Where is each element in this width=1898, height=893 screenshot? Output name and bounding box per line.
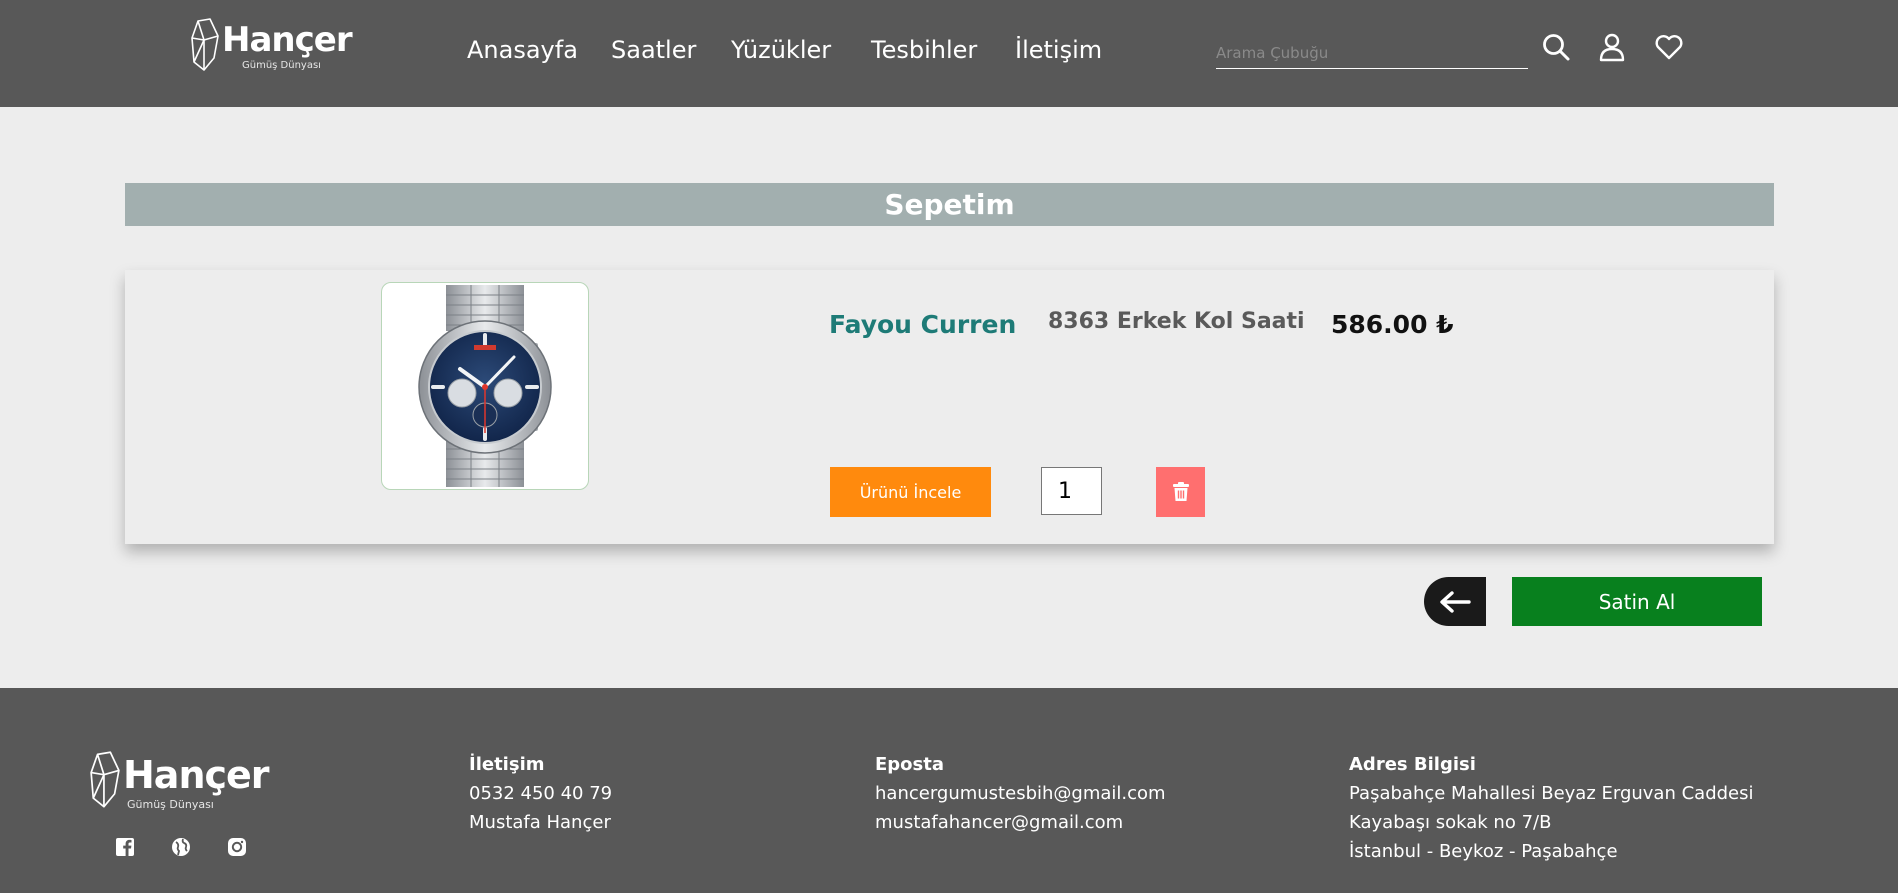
logo-tagline: Gümüş Dünyası bbox=[127, 798, 214, 811]
address-heading: Adres Bilgisi bbox=[1349, 754, 1476, 775]
contact-phone[interactable]: 0532 450 40 79 bbox=[469, 783, 612, 804]
nav-saatler[interactable]: Saatler bbox=[611, 36, 696, 64]
logo-brand: Hançer bbox=[222, 20, 353, 60]
logo-brand: Hançer bbox=[123, 753, 270, 797]
footer-logo[interactable]: Hançer Gümüş Dünyası bbox=[89, 751, 270, 813]
search-input[interactable] bbox=[1216, 38, 1528, 69]
buy-button[interactable]: Satin Al bbox=[1512, 577, 1762, 626]
crystal-logo-icon bbox=[90, 751, 120, 808]
back-button[interactable] bbox=[1424, 577, 1486, 626]
crystal-logo-icon bbox=[191, 18, 219, 71]
quantity-input[interactable] bbox=[1041, 467, 1102, 515]
page-title: Sepetim bbox=[884, 188, 1015, 221]
email-heading: Eposta bbox=[875, 754, 945, 775]
cart-title-bar: Sepetim bbox=[125, 183, 1774, 226]
watch-image bbox=[418, 285, 552, 487]
email-link[interactable]: hancergumustesbih@gmail.com bbox=[875, 783, 1166, 804]
contact-name: Mustafa Hançer bbox=[469, 812, 611, 833]
nav-tesbihler[interactable]: Tesbihler bbox=[871, 36, 977, 64]
product-price: 586.00 ₺ bbox=[1331, 310, 1454, 339]
contact-heading: İletişim bbox=[469, 754, 545, 775]
product-brand: Fayou Curren bbox=[829, 310, 1017, 339]
header-logo[interactable]: Hançer Gümüş Dünyası bbox=[190, 18, 353, 74]
product-image[interactable] bbox=[381, 282, 589, 490]
trash-icon bbox=[1172, 482, 1189, 501]
nav-iletisim[interactable]: İletişim bbox=[1015, 36, 1102, 64]
nav-anasayfa[interactable]: Anasayfa bbox=[467, 36, 578, 64]
arrow-left-icon bbox=[1440, 590, 1471, 613]
nav-yuzukler[interactable]: Yüzükler bbox=[731, 36, 831, 64]
user-icon[interactable] bbox=[1597, 32, 1627, 62]
facebook-icon[interactable] bbox=[114, 836, 136, 858]
inspect-product-button[interactable]: Ürünü İncele bbox=[830, 467, 991, 517]
heart-icon[interactable] bbox=[1654, 32, 1684, 62]
instagram-icon[interactable] bbox=[226, 836, 248, 858]
address-line: Kayabaşı sokak no 7/B bbox=[1349, 812, 1552, 833]
site-header: Hançer Gümüş Dünyası Anasayfa Saatler Yü… bbox=[0, 0, 1898, 107]
address-line: Paşabahçe Mahallesi Beyaz Erguvan Caddes… bbox=[1349, 783, 1754, 804]
delete-item-button[interactable] bbox=[1156, 467, 1205, 517]
logo-tagline: Gümüş Dünyası bbox=[242, 60, 321, 71]
address-line: İstanbul - Beykoz - Paşabahçe bbox=[1349, 841, 1618, 862]
email-link[interactable]: mustafahancer@gmail.com bbox=[875, 812, 1123, 833]
product-model: 8363 Erkek Kol Saati bbox=[1048, 309, 1305, 334]
search-icon[interactable] bbox=[1541, 32, 1571, 62]
globe-icon[interactable] bbox=[170, 836, 192, 858]
